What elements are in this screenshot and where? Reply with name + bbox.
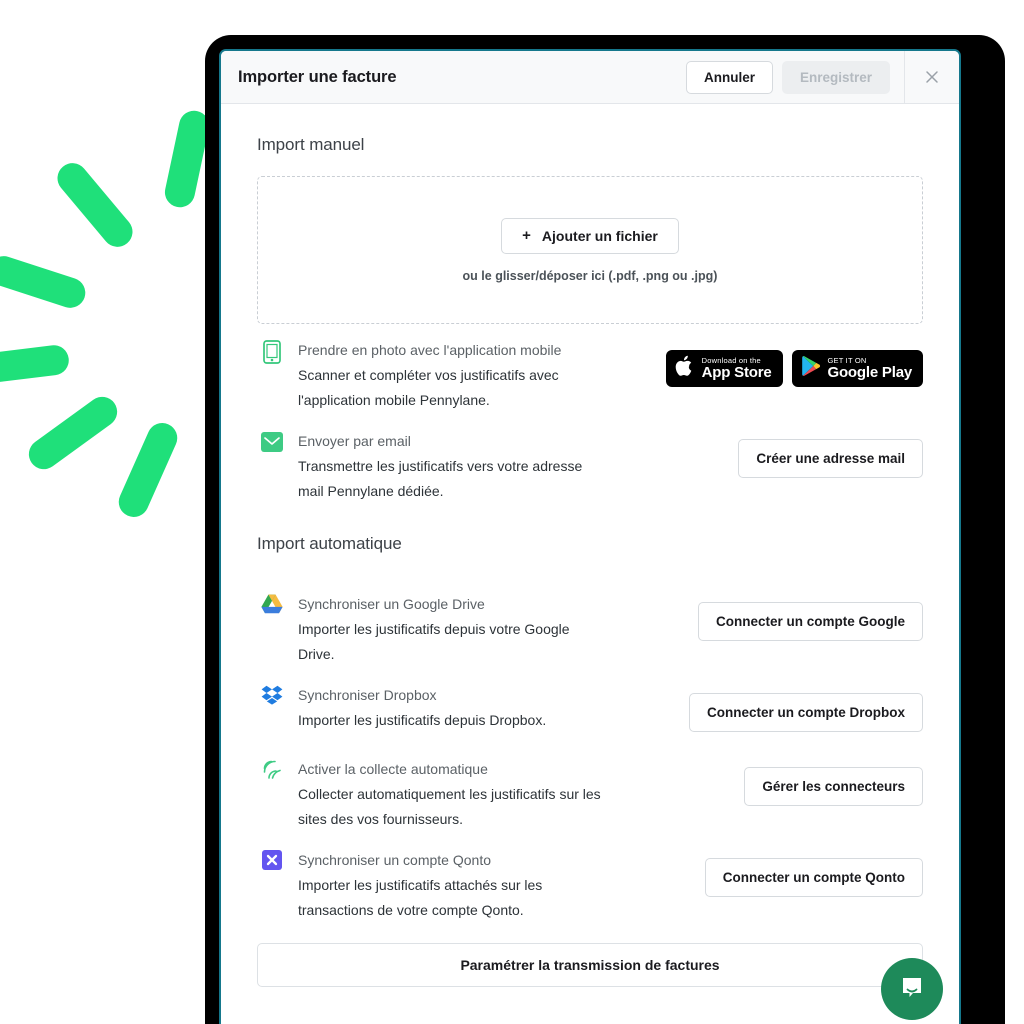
apple-logo-icon xyxy=(675,354,695,383)
dropbox-icon xyxy=(257,683,287,705)
connect-dropbox-button[interactable]: Connecter un compte Dropbox xyxy=(688,692,923,732)
feature-text-mobile-app: Prendre en photo avec l'application mobi… xyxy=(287,338,666,413)
google-drive-action: Connecter un compte Google xyxy=(697,592,923,650)
manage-connectors-button[interactable]: Gérer les connecteurs xyxy=(744,766,923,806)
feature-row-mobile-app: Prendre en photo avec l'application mobi… xyxy=(257,324,923,415)
row-desc-line2: l'application mobile Pennylane. xyxy=(298,392,490,408)
store-badges: Download on the App Store GET IT ON Goog… xyxy=(665,350,923,387)
app-store-label: Download on the App Store xyxy=(701,356,772,381)
decor-dash-2 xyxy=(51,157,139,253)
manual-section-title: Import manuel xyxy=(257,135,365,154)
row-desc-line2: sites des vos fournisseurs. xyxy=(298,811,463,827)
import-invoice-modal: Importer une facture Annuler Enregistrer… xyxy=(221,51,959,1024)
dropzone-hint: ou le glisser/déposer ici (.pdf, .png ou… xyxy=(462,268,718,283)
row-desc-line1: Importer les justificatifs attachés sur … xyxy=(298,877,543,893)
decor-dash-4 xyxy=(0,343,71,385)
decor-dash-5 xyxy=(22,390,124,476)
modal-header: Importer une facture Annuler Enregistrer xyxy=(221,51,959,104)
close-icon xyxy=(924,69,940,85)
create-mail-address-button[interactable]: Créer une adresse mail xyxy=(738,438,923,478)
email-action: Créer une adresse mail xyxy=(738,429,923,487)
file-dropzone[interactable]: + Ajouter un fichier ou le glisser/dépos… xyxy=(257,176,923,324)
feature-text-dropbox: Synchroniser Dropbox Importer les justif… xyxy=(287,683,689,733)
qonto-action: Connecter un compte Qonto xyxy=(704,848,923,906)
google-play-badge[interactable]: GET IT ON Google Play xyxy=(791,350,923,387)
google-play-label: GET IT ON Google Play xyxy=(827,356,913,381)
row-title: Synchroniser un compte Qonto xyxy=(298,852,491,868)
app-store-name: App Store xyxy=(701,363,772,381)
modal-body: Import manuel + Ajouter un fichier ou le… xyxy=(221,104,959,987)
mobile-phone-icon xyxy=(257,338,287,364)
row-title: Synchroniser Dropbox xyxy=(298,687,437,703)
row-desc-line1: Collecter automatiquement les justificat… xyxy=(298,786,601,802)
screenshot-root: Importer une facture Annuler Enregistrer… xyxy=(0,0,1024,1024)
add-file-label: Ajouter un fichier xyxy=(541,227,658,244)
envelope-icon xyxy=(257,429,287,453)
feature-row-dropbox: Synchroniser Dropbox Importer les justif… xyxy=(257,669,923,743)
row-desc-line1: Transmettre les justificatifs vers votre… xyxy=(298,458,583,474)
connect-google-button[interactable]: Connecter un compte Google xyxy=(697,601,923,641)
row-desc-line2: mail Pennylane dédiée. xyxy=(298,483,444,499)
intercom-chat-icon xyxy=(897,972,927,1007)
app-store-badge[interactable]: Download on the App Store xyxy=(665,350,783,387)
row-title: Synchroniser un Google Drive xyxy=(298,596,485,612)
connect-qonto-button[interactable]: Connecter un compte Qonto xyxy=(704,857,923,897)
automatic-section-title: Import automatique xyxy=(257,534,402,553)
row-title: Activer la collecte automatique xyxy=(298,761,488,777)
feature-text-qonto: Synchroniser un compte Qonto Importer le… xyxy=(287,848,705,923)
add-file-button[interactable]: + Ajouter un fichier xyxy=(501,217,679,254)
decor-dash-3 xyxy=(0,252,90,312)
modal-shell: Importer une facture Annuler Enregistrer… xyxy=(219,49,961,1024)
row-desc-line1: Importer les justificatifs depuis votre … xyxy=(298,621,570,637)
plus-icon: + xyxy=(522,227,531,244)
configure-invoice-transmission-button[interactable]: Paramétrer la transmission de factures xyxy=(257,943,923,987)
header-actions: Annuler Enregistrer xyxy=(685,51,904,103)
row-desc-line2: transactions de votre compte Qonto. xyxy=(298,902,524,918)
decor-dash-6 xyxy=(113,418,183,522)
row-title: Envoyer par email xyxy=(298,433,411,449)
row-title: Prendre en photo avec l'application mobi… xyxy=(298,342,562,358)
google-play-icon xyxy=(801,355,821,382)
qonto-icon xyxy=(257,848,287,870)
feature-row-auto-collect: Activer la collecte automatique Collecte… xyxy=(257,743,923,834)
google-play-name: Google Play xyxy=(827,363,913,381)
auto-collect-action: Gérer les connecteurs xyxy=(744,757,923,815)
cancel-button[interactable]: Annuler xyxy=(685,60,773,94)
save-button[interactable]: Enregistrer xyxy=(781,60,890,94)
feature-text-email: Envoyer par email Transmettre les justif… xyxy=(287,429,738,504)
feature-text-google-drive: Synchroniser un Google Drive Importer le… xyxy=(287,592,698,667)
signal-waves-icon xyxy=(257,757,287,781)
store-badges-group: Download on the App Store GET IT ON Goog… xyxy=(665,338,923,396)
feature-row-google-drive: Synchroniser un Google Drive Importer le… xyxy=(257,578,923,669)
dropbox-action: Connecter un compte Dropbox xyxy=(688,683,923,741)
page-title: Importer une facture xyxy=(238,67,397,86)
row-desc-line1: Importer les justificatifs depuis Dropbo… xyxy=(298,712,547,728)
intercom-launcher-button[interactable] xyxy=(881,958,943,1020)
feature-row-email: Envoyer par email Transmettre les justif… xyxy=(257,415,923,506)
google-drive-icon xyxy=(257,592,287,614)
close-button[interactable] xyxy=(904,51,959,103)
feature-row-qonto: Synchroniser un compte Qonto Importer le… xyxy=(257,834,923,925)
feature-text-auto-collect: Activer la collecte automatique Collecte… xyxy=(287,757,744,832)
row-desc-line1: Scanner et compléter vos justificatifs a… xyxy=(298,367,559,383)
row-desc-line2: Drive. xyxy=(298,646,335,662)
